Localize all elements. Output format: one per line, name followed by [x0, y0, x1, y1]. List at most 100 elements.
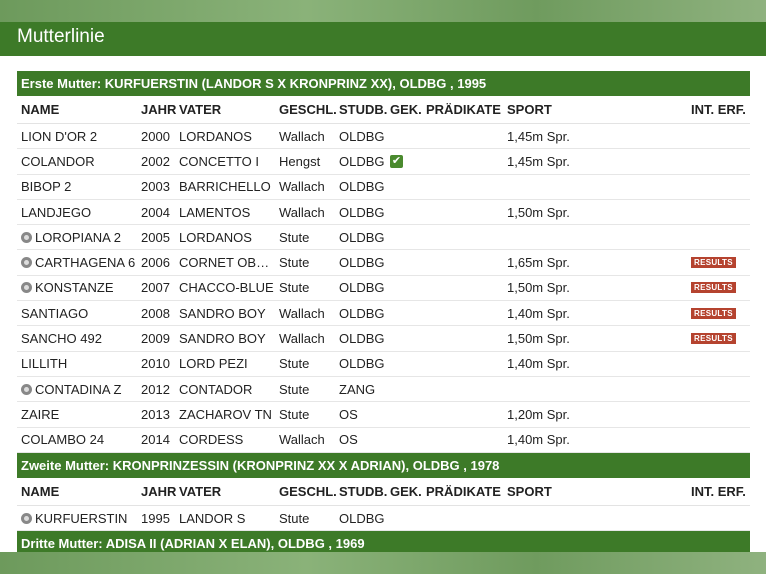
studbook-cell: OLDBG — [339, 179, 385, 195]
results-badge[interactable]: RESULTS — [691, 282, 736, 294]
predicates-cell — [426, 506, 506, 530]
sire-cell[interactable]: BARRICHELLO — [179, 175, 275, 199]
horse-name[interactable]: SANTIAGO — [21, 306, 88, 321]
sire-cell[interactable]: CHACCO-BLUE — [179, 276, 275, 300]
sire-cell[interactable]: LORDANOS — [179, 225, 275, 249]
predicates-cell — [426, 124, 506, 148]
licensed-cell — [390, 352, 424, 376]
sex-cell: Stute — [279, 406, 310, 422]
sire-cell[interactable]: CONCETTO I — [179, 149, 275, 173]
sire-cell[interactable]: LAMENTOS — [179, 200, 275, 224]
horse-name-cell[interactable]: LILLITH — [21, 352, 139, 376]
horse-name[interactable]: CONTADINA Z — [35, 382, 121, 397]
results-badge[interactable]: RESULTS — [691, 307, 736, 319]
bottom-banner-strip — [0, 552, 766, 574]
horse-name-cell[interactable]: SANCHO 492 — [21, 326, 139, 350]
horse-name[interactable]: LION D'OR 2 — [21, 129, 97, 144]
sex-cell: Hengst — [279, 153, 321, 169]
results-badge[interactable]: RESULTS — [691, 257, 736, 269]
column-header-sire: VATER — [179, 483, 222, 499]
column-header-name: NAME — [21, 483, 60, 499]
sire-cell[interactable]: LANDOR S — [179, 506, 275, 530]
sex-cell: Stute — [279, 381, 310, 397]
sire-cell[interactable]: CORNET OBO... — [179, 250, 275, 274]
licensed-cell — [390, 326, 424, 350]
sire-name[interactable]: LORDANOS — [179, 225, 252, 249]
year-cell: 2012 — [141, 381, 170, 397]
horse-name-cell[interactable]: BIBOP 2 — [21, 175, 139, 199]
year-cell: 2002 — [141, 153, 170, 169]
studbook-cell: OLDBG — [339, 128, 385, 144]
sex-cell: Stute — [279, 510, 310, 526]
horse-name-cell[interactable]: KONSTANZE — [21, 276, 139, 300]
int-results-cell — [691, 225, 749, 249]
licensed-cell — [390, 175, 424, 199]
horse-name[interactable]: LOROPIANA 2 — [35, 230, 121, 245]
column-header-predicates: PRÄDIKATE — [426, 483, 501, 499]
sire-name[interactable]: CORNET OBO... — [179, 250, 275, 274]
results-badge[interactable]: RESULTS — [691, 333, 736, 345]
sire-name[interactable]: LAMENTOS — [179, 200, 250, 224]
int-results-cell — [691, 175, 749, 199]
year-cell: 2009 — [141, 331, 170, 347]
sire-cell[interactable]: SANDRO BOY — [179, 326, 275, 350]
sire-name[interactable]: SANDRO BOY — [179, 326, 266, 350]
horse-name[interactable]: CARTHAGENA 6 — [35, 255, 135, 270]
horse-name-cell[interactable]: CARTHAGENA 6 — [21, 250, 139, 274]
section-title-2: Zweite Mutter: KRONPRINZESSIN (KRONPRINZ… — [17, 452, 750, 478]
horse-name[interactable]: COLANDOR — [21, 154, 95, 169]
horse-name-cell[interactable]: SANTIAGO — [21, 301, 139, 325]
sire-name[interactable]: SANDRO BOY — [179, 301, 266, 325]
sport-cell: 1,50m Spr. — [507, 204, 570, 220]
column-header-sport: SPORT — [507, 483, 552, 499]
sire-name[interactable]: BARRICHELLO — [179, 175, 271, 199]
horse-name-cell[interactable]: CONTADINA Z — [21, 377, 139, 401]
horse-name-cell[interactable]: LOROPIANA 2 — [21, 225, 139, 249]
horse-name[interactable]: LANDJEGO — [21, 205, 91, 220]
sire-name[interactable]: CHACCO-BLUE — [179, 276, 274, 300]
sire-name[interactable]: CONCETTO I — [179, 149, 259, 173]
sire-cell[interactable]: SANDRO BOY — [179, 301, 275, 325]
sire-name[interactable]: CORDESS — [179, 428, 243, 452]
horse-name[interactable]: KONSTANZE — [35, 280, 114, 295]
sire-cell[interactable]: CONTADOR — [179, 377, 275, 401]
predicates-cell — [426, 175, 506, 199]
horse-name[interactable]: SANCHO 492 — [21, 331, 102, 346]
horse-name-cell[interactable]: LION D'OR 2 — [21, 124, 139, 148]
sport-cell: 1,20m Spr. — [507, 406, 570, 422]
sex-cell: Wallach — [279, 432, 325, 448]
year-cell: 2013 — [141, 406, 170, 422]
sex-cell: Stute — [279, 255, 310, 271]
licensed-cell — [390, 428, 424, 452]
horse-name-cell[interactable]: KURFUERSTIN — [21, 506, 139, 530]
licensed-cell — [390, 225, 424, 249]
horse-name-cell[interactable]: COLANDOR — [21, 149, 139, 173]
sire-name[interactable]: LORDANOS — [179, 124, 252, 148]
int-results-cell: RESULTS — [691, 326, 749, 350]
int-results-cell — [691, 149, 749, 173]
horse-name[interactable]: LILLITH — [21, 356, 67, 371]
sport-cell — [507, 506, 627, 530]
page-title: Mutterlinie — [17, 26, 105, 47]
mare-icon — [21, 231, 32, 243]
sire-name[interactable]: CONTADOR — [179, 377, 252, 401]
sire-name[interactable]: ZACHAROV TN — [179, 402, 272, 426]
sire-cell[interactable]: ZACHAROV TN — [179, 402, 275, 426]
horse-name[interactable]: KURFUERSTIN — [35, 511, 127, 526]
horse-name[interactable]: COLAMBO 24 — [21, 432, 104, 447]
studbook-cell: OLDBG — [339, 305, 385, 321]
int-results-cell: RESULTS — [691, 250, 749, 274]
sire-cell[interactable]: LORDANOS — [179, 124, 275, 148]
sire-name[interactable]: LANDOR S — [179, 506, 245, 530]
horse-name-cell[interactable]: LANDJEGO — [21, 200, 139, 224]
year-cell: 1995 — [141, 510, 170, 526]
horse-name[interactable]: BIBOP 2 — [21, 179, 71, 194]
table-row: LION D'OR 2 2000 LORDANOS Wallach OLDBG 1,45m… — [17, 124, 750, 150]
horse-name[interactable]: ZAIRE — [21, 407, 59, 422]
sire-cell[interactable]: LORD PEZI — [179, 352, 275, 376]
horse-name-cell[interactable]: COLAMBO 24 — [21, 428, 139, 452]
sire-name[interactable]: LORD PEZI — [179, 352, 248, 376]
sire-cell[interactable]: CORDESS — [179, 428, 275, 452]
horse-name-cell[interactable]: ZAIRE — [21, 402, 139, 426]
sport-cell — [507, 175, 627, 199]
